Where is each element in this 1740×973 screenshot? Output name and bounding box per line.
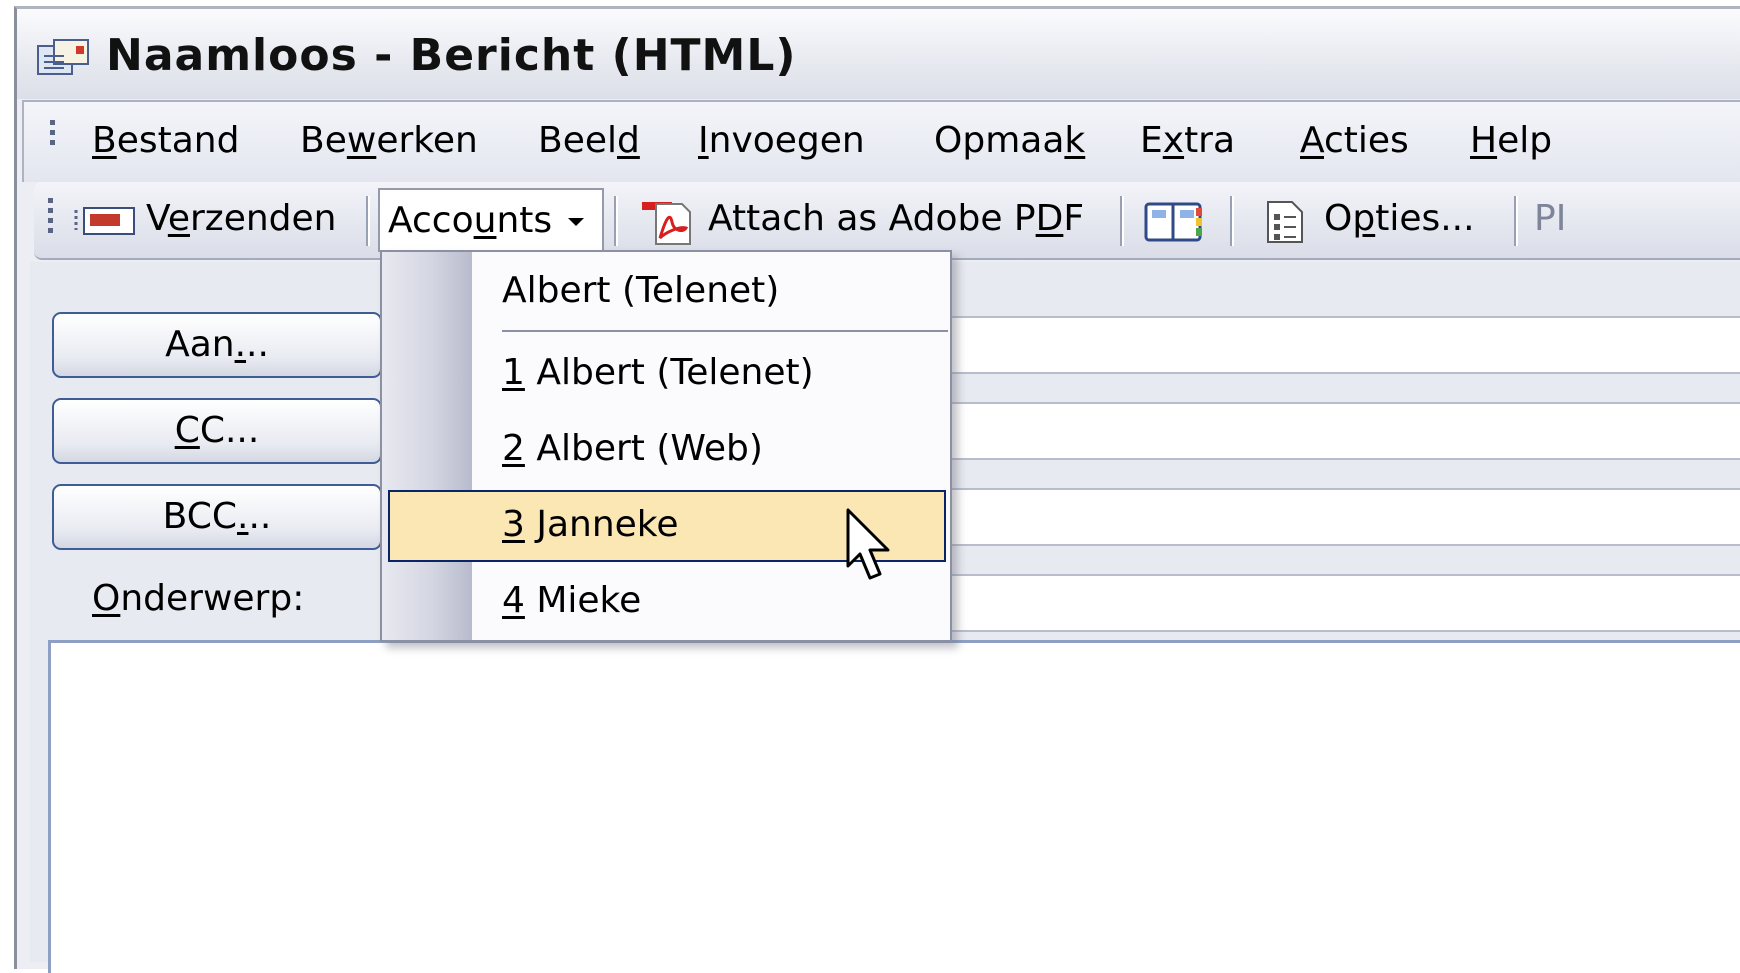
send-envelope-icon: [74, 207, 135, 235]
menu-separator: [502, 330, 948, 332]
accounts-dropdown-button[interactable]: Accounts: [378, 188, 604, 252]
menubar-grip-icon[interactable]: [50, 120, 56, 150]
menu-bewerken[interactable]: Bewerken: [300, 120, 478, 161]
toolbar-separator: [1120, 196, 1122, 246]
bcc-button[interactable]: BCC...: [52, 484, 382, 550]
menu-invoegen[interactable]: Invoegen: [698, 120, 865, 161]
attach-as-adobe-pdf-button[interactable]: Attach as Adobe PDF: [708, 198, 1084, 239]
toolbar-separator: [1514, 196, 1516, 246]
menu-help[interactable]: Help: [1470, 120, 1552, 161]
cc-button[interactable]: CC...: [52, 398, 382, 464]
options-icon: [1267, 201, 1303, 243]
account-item-mieke[interactable]: 4 Mieke: [502, 580, 641, 621]
menu-bestand[interactable]: Bestand: [92, 120, 239, 161]
message-body[interactable]: [48, 640, 1740, 973]
toolbar-grip-icon[interactable]: [48, 198, 54, 238]
account-item-albert-telenet[interactable]: 1 Albert (Telenet): [502, 352, 814, 393]
menu-beeld[interactable]: Beeld: [538, 120, 640, 161]
account-item-janneke[interactable]: 3 Janneke: [502, 504, 679, 545]
menu-extra[interactable]: Extra: [1140, 120, 1235, 161]
to-button[interactable]: Aan...: [52, 312, 382, 378]
toolbar-separator: [1230, 196, 1232, 246]
subject-label: Onderwerp:: [92, 578, 305, 619]
menu-opmaak[interactable]: Opmaak: [934, 120, 1085, 161]
toolbar-separator: [614, 196, 616, 246]
address-book-icon[interactable]: [1144, 200, 1204, 244]
message-icon: [37, 39, 89, 75]
account-item-albert-web[interactable]: 2 Albert (Web): [502, 428, 763, 469]
mouse-pointer-icon: [846, 508, 890, 580]
window-title: Naamloos - Bericht (HTML): [106, 30, 797, 81]
menu-acties[interactable]: Acties: [1300, 120, 1409, 161]
adobe-pdf-icon: [642, 202, 691, 245]
options-button[interactable]: Opties...: [1324, 198, 1475, 239]
toolbar-separator: [366, 196, 368, 246]
menu-icon-strip: [382, 252, 472, 640]
accounts-label: Accounts: [388, 200, 553, 241]
toolbar-overflow-text[interactable]: PI: [1534, 198, 1566, 239]
send-button[interactable]: Verzenden: [146, 198, 336, 239]
current-account-header: Albert (Telenet): [502, 270, 780, 311]
accounts-dropdown-menu: Albert (Telenet) 1 Albert (Telenet) 2 Al…: [380, 250, 952, 642]
dropdown-arrow-icon: [568, 218, 584, 226]
